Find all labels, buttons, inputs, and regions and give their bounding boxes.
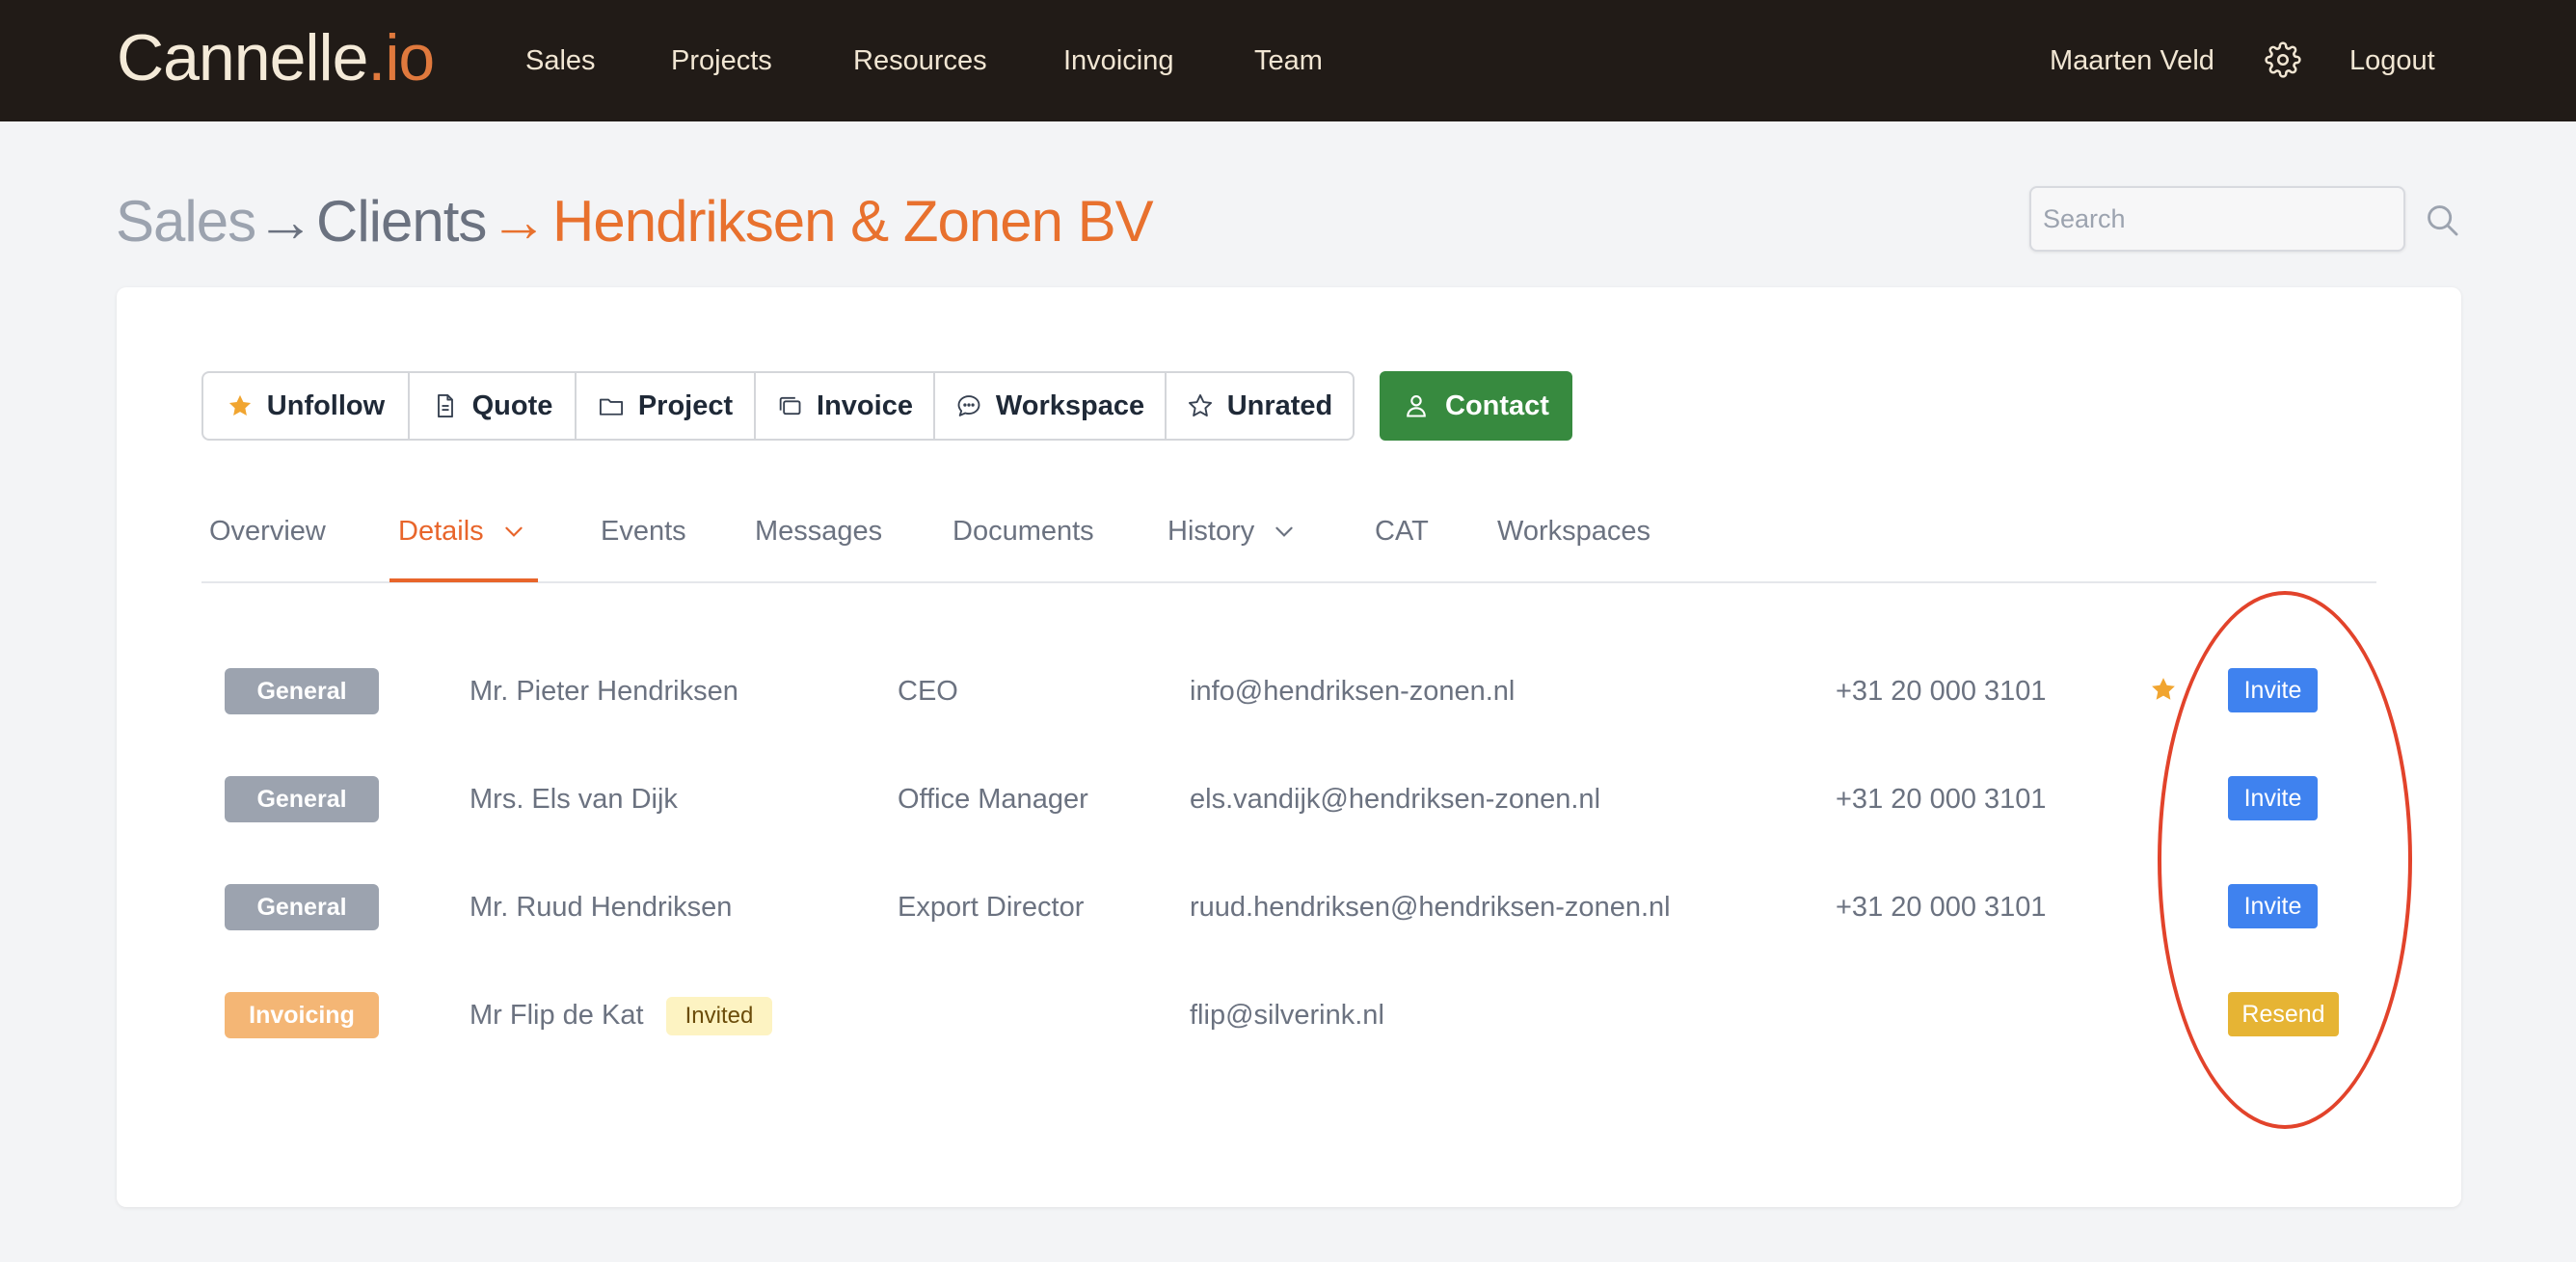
tab-overview[interactable]: Overview (209, 513, 326, 550)
breadcrumb-sales[interactable]: Sales (116, 183, 256, 260)
tab-overview-label: Overview (209, 516, 326, 547)
primary-contact-star-icon[interactable] (2149, 675, 2178, 704)
chevron-down-icon (504, 526, 523, 537)
invited-status-badge: Invited (666, 997, 772, 1035)
unrated-label: Unrated (1226, 389, 1333, 421)
nav-link-team[interactable]: Team (1254, 42, 1323, 79)
tab-details[interactable]: Details (398, 513, 526, 550)
nav-link-projects[interactable]: Projects (671, 42, 772, 79)
unrated-button[interactable]: Unrated (1167, 373, 1353, 439)
nav-link-resources[interactable]: Resources (853, 42, 987, 79)
tab-details-label: Details (398, 516, 484, 547)
contact-name[interactable]: Mr. Pieter Hendriksen (470, 673, 738, 710)
workspace-label: Workspace (995, 389, 1145, 421)
tab-workspaces-label: Workspaces (1497, 516, 1651, 547)
category-badge: Invoicing (225, 992, 379, 1038)
unfollow-button[interactable]: Unfollow (203, 373, 410, 439)
folder-icon (599, 398, 623, 416)
tab-history-label: History (1167, 516, 1255, 547)
brand-logo[interactable]: Cannelle.io (117, 19, 435, 96)
contact-role: Office Manager (898, 784, 1088, 815)
chat-bubble-icon (957, 395, 980, 416)
search-input[interactable] (2029, 186, 2405, 252)
tab-history[interactable]: History (1167, 513, 1297, 550)
tab-cat[interactable]: CAT (1375, 513, 1429, 550)
tab-documents[interactable]: Documents (953, 513, 1094, 550)
project-button[interactable]: Project (577, 373, 756, 439)
top-navbar: Cannelle.io Sales Projects Resources Inv… (0, 0, 2576, 121)
contact-name[interactable]: Mrs. Els van Dijk (470, 781, 678, 818)
tab-workspaces[interactable]: Workspaces (1497, 513, 1650, 550)
contact-button[interactable]: Contact (1380, 371, 1572, 441)
tab-events-label: Events (601, 516, 686, 547)
contact-email[interactable]: info@hendriksen-zonen.nl (1190, 673, 1515, 710)
brand-suffix: .io (367, 21, 435, 94)
contact-label: Contact (1445, 389, 1549, 421)
contact-phone[interactable]: +31 20 000 3101 (1836, 889, 2047, 926)
brand-name: Cannelle (117, 21, 368, 94)
breadcrumb-clients[interactable]: Clients (316, 183, 487, 260)
quote-button[interactable]: Quote (410, 373, 577, 439)
category-badge: General (225, 884, 379, 930)
copy-icon (779, 396, 801, 416)
contact-name[interactable]: Mr Flip de Kat (470, 997, 644, 1034)
chevron-down-icon (1275, 526, 1293, 537)
active-tab-indicator (389, 578, 538, 582)
document-icon (437, 393, 453, 418)
contact-phone[interactable]: +31 20 000 3101 (1836, 673, 2047, 710)
contact-phone[interactable]: +31 20 000 3101 (1836, 781, 2047, 818)
nav-link-sales[interactable]: Sales (525, 42, 596, 79)
breadcrumb-separator-1: → (256, 189, 314, 254)
tab-documents-label: Documents (953, 516, 1094, 547)
category-badge: General (225, 668, 379, 714)
nav-link-invoicing[interactable]: Invoicing (1063, 42, 1173, 79)
page-title: Hendriksen & Zonen BV (552, 189, 1154, 254)
tab-messages[interactable]: Messages (755, 513, 882, 550)
contact-role: Export Director (898, 892, 1085, 923)
search-icon[interactable] (2424, 201, 2460, 238)
contact-name[interactable]: Mr. Ruud Hendriksen (470, 889, 732, 926)
action-button-group: Unfollow Quote Project Invoice Workspace… (201, 371, 1355, 441)
unfollow-label: Unfollow (266, 389, 386, 421)
project-label: Project (637, 389, 734, 421)
contact-email[interactable]: els.vandijk@hendriksen-zonen.nl (1190, 781, 1600, 818)
contact-role: CEO (898, 676, 958, 707)
tab-messages-label: Messages (755, 516, 883, 547)
contact-email[interactable]: flip@silverink.nl (1190, 997, 1384, 1034)
star-filled-icon (228, 394, 251, 416)
breadcrumb-separator-2: → (490, 189, 548, 254)
quote-label: Quote (471, 389, 553, 421)
user-name[interactable]: Maarten Veld (2050, 42, 2214, 79)
tab-events[interactable]: Events (601, 513, 686, 550)
contact-email[interactable]: ruud.hendriksen@hendriksen-zonen.nl (1190, 889, 1671, 926)
star-outline-icon (1188, 393, 1212, 416)
invoice-label: Invoice (817, 389, 913, 421)
annotation-ellipse (2158, 591, 2412, 1129)
logout-link[interactable]: Logout (2349, 42, 2435, 79)
invoice-button[interactable]: Invoice (756, 373, 935, 439)
category-badge: General (225, 776, 379, 822)
tab-cat-label: CAT (1375, 516, 1429, 547)
gear-icon[interactable] (2265, 41, 2301, 78)
workspace-button[interactable]: Workspace (935, 373, 1167, 439)
user-icon (1407, 395, 1426, 417)
